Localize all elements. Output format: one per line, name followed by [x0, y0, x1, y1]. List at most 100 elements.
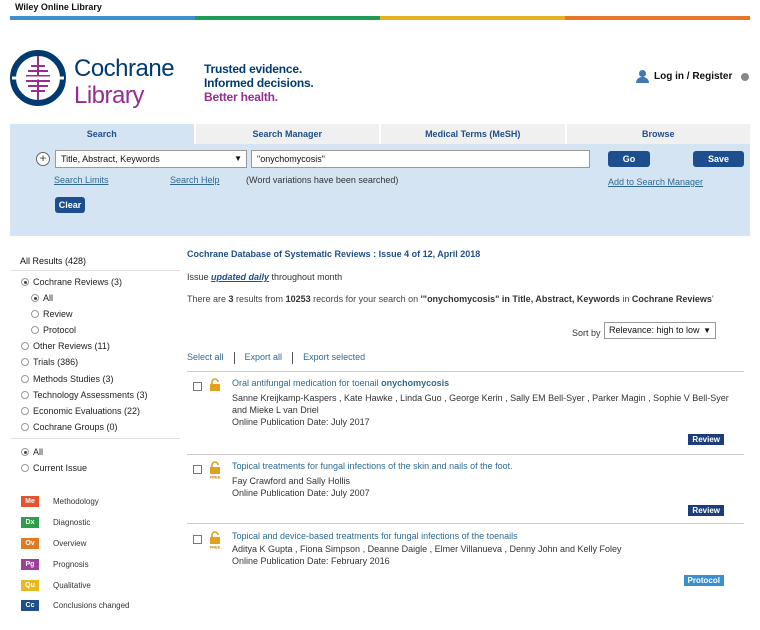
legend-badge: Cc: [21, 600, 39, 611]
result-date: Online Publication Date: July 2017: [232, 417, 370, 427]
filter-label: Protocol: [43, 325, 77, 335]
filter-label: Technology Assessments (3): [33, 390, 148, 400]
search-field-select[interactable]: Title, Abstract, Keywords ▼: [55, 150, 247, 168]
filter-cochrane-groups[interactable]: Cochrane Groups (0): [21, 422, 118, 432]
open-access-lock-icon: [209, 378, 221, 391]
results-summary: There are 3 results from 10253 records f…: [187, 294, 727, 305]
sort-value: Relevance: high to low: [609, 325, 700, 335]
filter-sub-protocol[interactable]: Protocol: [31, 325, 76, 335]
export-selected-link[interactable]: Export selected: [303, 352, 365, 364]
cochrane-logo-icon[interactable]: [9, 48, 67, 108]
separator: [292, 352, 294, 364]
select-all-link[interactable]: Select all: [187, 352, 224, 364]
title-highlight: onychomycosis: [381, 378, 450, 388]
filter-other-reviews[interactable]: Other Reviews (11): [21, 341, 110, 351]
filter-label: Current Issue: [33, 463, 88, 473]
result-divider: [187, 454, 744, 455]
result-checkbox[interactable]: [193, 382, 202, 391]
issue-info: Issue updated daily throughout month: [187, 272, 342, 282]
logo-word-cochrane[interactable]: Cochrane: [74, 55, 175, 83]
updated-daily-link[interactable]: updated daily: [211, 272, 269, 282]
filter-cochrane-reviews[interactable]: Cochrane Reviews (3): [21, 277, 122, 287]
tab-search-manager[interactable]: Search Manager: [193, 124, 379, 144]
save-button[interactable]: Save: [693, 151, 744, 167]
filter-trials[interactable]: Trials (386): [21, 357, 78, 367]
legend-badge: Ov: [21, 538, 39, 549]
radio-icon: [21, 464, 29, 472]
filter-label: All: [43, 293, 54, 303]
issue-filter-all[interactable]: All: [21, 447, 43, 457]
record-count: 10253: [285, 294, 311, 304]
legend-label: Diagnostic: [53, 518, 91, 527]
radio-icon: [21, 423, 29, 431]
search-help-link[interactable]: Search Help: [170, 175, 220, 185]
legend-label: Conclusions changed: [53, 601, 130, 610]
result-date: Online Publication Date: July 2007: [232, 488, 370, 498]
stripe-segment: [380, 16, 565, 20]
filter-label: Economic Evaluations (22): [33, 406, 141, 416]
radio-icon: [31, 310, 39, 318]
dropdown-caret-icon: ▼: [234, 154, 242, 163]
color-stripe: [10, 16, 750, 20]
open-access-lock-icon: FREE: [209, 531, 221, 550]
title-text: Topical treatments for fungal infections…: [232, 461, 513, 471]
radio-icon: [21, 448, 29, 456]
all-results-label[interactable]: All Results (428): [20, 256, 86, 266]
wiley-label[interactable]: Wiley Online Library: [15, 2, 102, 12]
issue-suffix: throughout month: [269, 272, 343, 282]
tagline-line-3: Better health.: [204, 90, 278, 104]
radio-icon: [21, 375, 29, 383]
result-date: Online Publication Date: February 2016: [232, 556, 390, 566]
filter-sub-review[interactable]: Review: [31, 309, 73, 319]
summary-query: '"onychomycosis" in Title, Abstract, Key…: [420, 294, 620, 304]
tagline-line-2: Informed decisions.: [204, 76, 314, 90]
legend-item: Cc Conclusions changed: [21, 600, 130, 611]
issue-filter-current[interactable]: Current Issue: [21, 463, 87, 473]
result-authors: Fay Crawford and Sally Hollis: [232, 476, 351, 486]
result-type-badge: Review: [688, 505, 724, 516]
filter-label: All: [33, 447, 44, 457]
filter-economic-evaluations[interactable]: Economic Evaluations (22): [21, 406, 140, 416]
result-checkbox[interactable]: [193, 465, 202, 474]
summary-scope: Cochrane Reviews: [631, 294, 712, 304]
result-checkbox[interactable]: [193, 535, 202, 544]
svg-text:FREE: FREE: [210, 545, 221, 550]
database-title: Cochrane Database of Systematic Reviews …: [187, 249, 481, 259]
add-to-search-manager-link[interactable]: Add to Search Manager: [608, 177, 703, 187]
tagline-line-1: Trusted evidence.: [204, 62, 302, 76]
search-limits-link[interactable]: Search Limits: [54, 175, 109, 185]
summary-text: in: [619, 294, 632, 304]
tab-search[interactable]: Search: [10, 124, 194, 144]
title-text: Oral antifungal medication for toenail: [232, 378, 382, 388]
filter-technology-assessments[interactable]: Technology Assessments (3): [21, 390, 148, 400]
settings-dot-icon[interactable]: [741, 72, 750, 81]
login-register-link[interactable]: Log in / Register: [636, 70, 750, 83]
result-title-link[interactable]: Topical treatments for fungal infections…: [232, 461, 513, 471]
sort-select[interactable]: Relevance: high to low ▼: [604, 322, 716, 339]
legend-label: Methodology: [53, 497, 99, 506]
result-divider: [187, 371, 744, 372]
legend-item: Me Methodology: [21, 496, 99, 507]
result-title-link[interactable]: Oral antifungal medication for toenail o…: [232, 378, 449, 388]
title-text: Topical and device-based treatments for …: [232, 531, 518, 541]
result-title-link[interactable]: Topical and device-based treatments for …: [232, 531, 518, 541]
filter-sub-all[interactable]: All: [31, 293, 53, 303]
summary-text: There are: [187, 294, 229, 304]
radio-icon: [31, 326, 39, 334]
export-all-link[interactable]: Export all: [245, 352, 283, 364]
add-search-row-icon[interactable]: +: [36, 152, 50, 166]
filter-label: Cochrane Reviews (3): [33, 277, 123, 287]
radio-icon: [21, 407, 29, 415]
legend-label: Qualitative: [53, 581, 91, 590]
legend-item: Dx Diagnostic: [21, 517, 90, 528]
filter-methods-studies[interactable]: Methods Studies (3): [21, 374, 114, 384]
search-query-input[interactable]: "onychomycosis": [251, 150, 590, 168]
result-authors: Aditya K Gupta , Fiona Simpson , Deanne …: [232, 544, 622, 554]
logo-word-library[interactable]: Library: [74, 82, 144, 110]
summary-text: ': [711, 294, 714, 304]
tab-medical-terms[interactable]: Medical Terms (MeSH): [379, 124, 565, 144]
clear-button[interactable]: Clear: [55, 197, 85, 213]
go-button[interactable]: Go: [608, 151, 650, 167]
tab-browse[interactable]: Browse: [564, 124, 750, 144]
result-type-badge: Review: [688, 434, 724, 445]
